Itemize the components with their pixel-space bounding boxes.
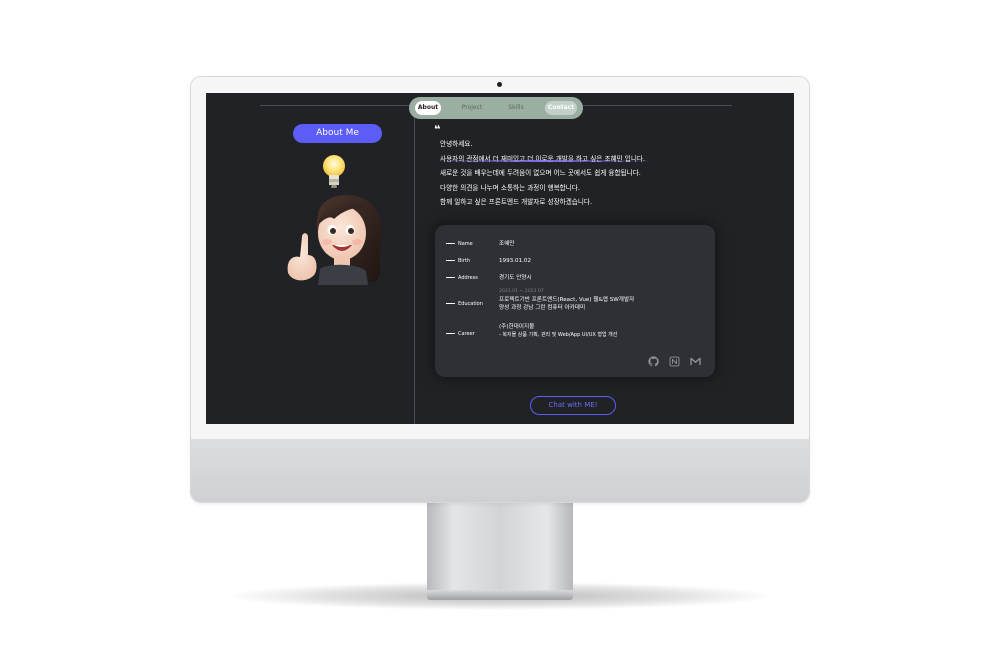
nav-contact[interactable]: Contact bbox=[545, 101, 577, 115]
row-label: Address bbox=[446, 275, 506, 281]
about-me-button[interactable]: About Me bbox=[293, 124, 382, 143]
intro-line-text: 사용자의 관점에서 더 재미있고 더 이로운 개발을 하고 싶은 조혜민 입니다… bbox=[440, 154, 646, 163]
intro-text: 안녕하세요. 사용자의 관점에서 더 재미있고 더 이로운 개발을 하고 싶은 … bbox=[440, 137, 740, 210]
row-label: Birth bbox=[446, 258, 506, 264]
screen: About Project Skills Contact About Me ❝ … bbox=[206, 93, 794, 424]
gmail-icon[interactable] bbox=[690, 356, 701, 367]
camera-dot bbox=[497, 82, 502, 87]
education-line2: 양성 과정 강남 그린 컴퓨터 아카데미 bbox=[499, 305, 586, 311]
imac-chin bbox=[191, 439, 809, 502]
intro-line: 함께 일하고 싶은 프론트엔드 개발자로 성장하겠습니다. bbox=[440, 198, 593, 206]
name-label: Name bbox=[458, 241, 473, 247]
intro-line: 안녕하세요. bbox=[440, 140, 473, 148]
birth-value: 1993.01.02 bbox=[499, 258, 532, 264]
imac-stand-base bbox=[427, 590, 573, 600]
career-label: Career bbox=[458, 331, 475, 337]
career-line2: - 복지몰 상품 기획, 관리 및 Web/App UI/UX 형업 개선 bbox=[499, 332, 618, 338]
intro-line: 다양한 의견을 나누며 소통하는 과정이 행복합니다. bbox=[440, 183, 580, 192]
intro-line: 새로운 것을 배우는데에 두려움이 없으며 어느 곳에서도 쉽게 융합됩니다. bbox=[440, 169, 641, 177]
imac-frame: About Project Skills Contact About Me ❝ … bbox=[191, 77, 809, 502]
row-label: Education bbox=[446, 301, 506, 307]
nav-about[interactable]: About bbox=[415, 101, 441, 115]
name-value: 조혜민 bbox=[499, 241, 515, 247]
row-label: Name bbox=[446, 241, 506, 247]
profile-card: Name 조혜민 Birth 1993.01.02 Address 경기도 안양… bbox=[435, 225, 715, 377]
quote-icon: ❝ bbox=[434, 123, 441, 136]
top-nav: About Project Skills Contact bbox=[409, 97, 583, 119]
imac-stand bbox=[427, 500, 573, 593]
social-links bbox=[643, 351, 701, 370]
education-line1: 프로젝트기반 프론트엔드(React, Vue) 웹&앱 SW개발자 bbox=[499, 297, 635, 303]
nav-project[interactable]: Project bbox=[459, 101, 485, 115]
education-period: 2023.01 ~ 2023.07 bbox=[499, 289, 544, 294]
address-value: 경기도 안양시 bbox=[499, 275, 532, 281]
notion-icon[interactable] bbox=[669, 356, 680, 367]
memoji-avatar bbox=[287, 194, 382, 285]
address-label: Address bbox=[458, 275, 478, 281]
row-label: Career bbox=[446, 331, 506, 337]
chat-with-me-button[interactable]: Chat with ME! bbox=[530, 396, 616, 415]
column-divider bbox=[414, 117, 415, 424]
intro-line: 사용자의 관점에서 더 재미있고 더 이로운 개발을 하고 싶은 조혜민 입니다… bbox=[440, 152, 740, 167]
education-label: Education bbox=[458, 301, 483, 307]
nav-skills[interactable]: Skills bbox=[504, 101, 528, 115]
birth-label: Birth bbox=[458, 258, 471, 264]
github-icon[interactable] bbox=[648, 356, 659, 367]
career-line1: (주)한대이지몰 bbox=[499, 324, 535, 330]
